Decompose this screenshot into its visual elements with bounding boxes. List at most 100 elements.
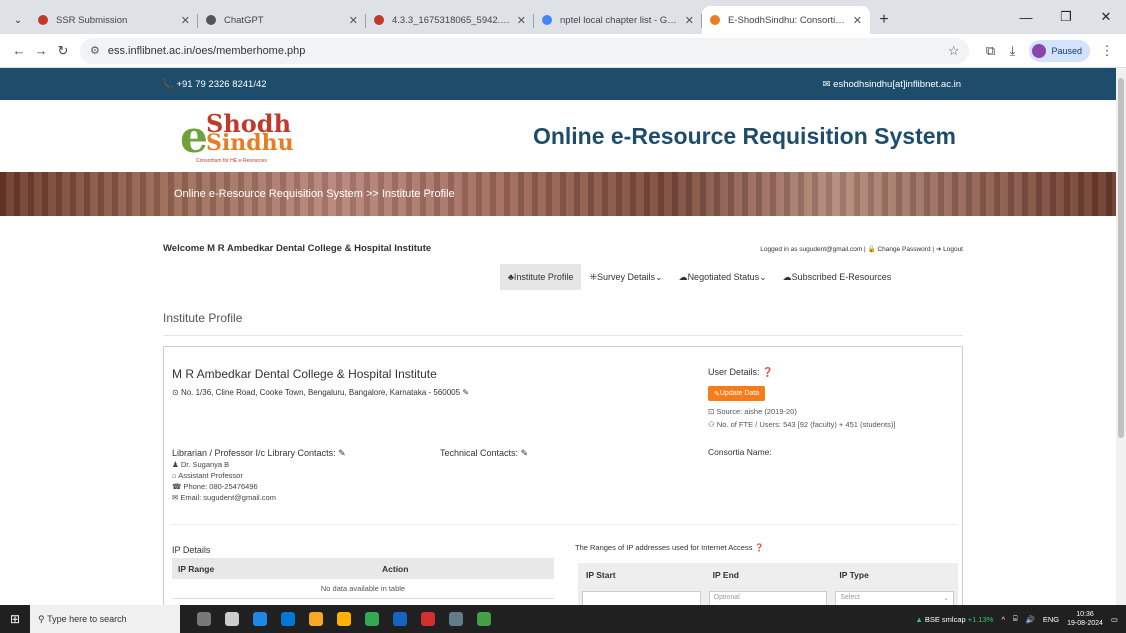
close-tab-icon[interactable]: ✕ xyxy=(685,14,694,27)
chrome-icon[interactable] xyxy=(358,605,386,633)
avatar xyxy=(1032,43,1047,58)
app-glyph xyxy=(421,612,435,626)
nav-negotiated-status[interactable]: ☁ Negotiated Status ⌄ xyxy=(671,264,775,290)
browser-tab[interactable]: nptel local chapter list - Google ✕ xyxy=(534,6,702,34)
help-icon[interactable]: ❓ xyxy=(755,543,764,552)
tab-title: E-ShodhSindhu: Consortium fo xyxy=(728,14,847,26)
excel-icon[interactable] xyxy=(470,605,498,633)
divider xyxy=(163,335,963,336)
scrollbar-thumb[interactable] xyxy=(1118,78,1124,438)
web-page: 📞 +91 79 2326 8241/42 ✉ eshodhsindhu[at]… xyxy=(0,68,1116,605)
fte-users: ⚇ No. of FTE / Users: 543 [92 (faculty) … xyxy=(708,420,896,429)
bookmark-star-icon[interactable]: ☆ xyxy=(948,43,960,59)
close-tab-icon[interactable]: ✕ xyxy=(349,14,358,27)
file-explorer-icon[interactable] xyxy=(302,605,330,633)
reload-icon[interactable]: ↻ xyxy=(52,40,74,62)
menu-kebab-icon[interactable]: ⋮ xyxy=(1096,40,1118,62)
browser-tab[interactable]: 4.3.3_1675318065_5942.pdf ✕ xyxy=(366,6,534,34)
eshodhsindhu-logo[interactable]: e Shodh Sindhu Consortium for HE e-Resou… xyxy=(180,106,300,166)
browser-tab[interactable]: ChatGPT ✕ xyxy=(198,6,366,34)
edit-icon[interactable]: ✎ xyxy=(462,388,469,397)
edge-icon[interactable] xyxy=(274,605,302,633)
empty-table-message: No data available in table xyxy=(172,579,554,599)
users-icon: ⚇ xyxy=(708,420,717,429)
browser-tab[interactable]: SSR Submission ✕ xyxy=(30,6,198,34)
network-icon[interactable]: ⌸ xyxy=(1013,614,1018,624)
col-ip-end: IP End xyxy=(712,570,739,580)
task-view-icon[interactable] xyxy=(218,605,246,633)
update-data-button[interactable]: ✎ Update Data xyxy=(708,386,766,401)
new-tab-button[interactable]: + xyxy=(870,6,898,34)
system-tray: ▲ BSE smlcap +1.13% ^ ⌸ 🔊 ENG 10:36 19-0… xyxy=(915,610,1126,628)
nav-institute-profile[interactable]: ♣ Institute Profile xyxy=(500,264,582,290)
ip-start-input[interactable] xyxy=(582,591,701,605)
download-icon[interactable]: ⤓ xyxy=(1001,40,1023,62)
breadcrumb-banner: Online e-Resource Requisition System >> … xyxy=(0,172,1116,216)
user-icon: ♟ xyxy=(172,460,181,469)
tray-overflow-icon[interactable]: ^ xyxy=(1001,615,1005,624)
clock[interactable]: 10:36 19-08-2024 xyxy=(1067,610,1103,628)
tab-favicon-icon xyxy=(374,15,384,25)
ip-range-inputs: Optional Select ⌄ xyxy=(578,587,958,605)
search-icon: ⚲ xyxy=(38,613,45,624)
location-icon: ⊙ xyxy=(172,388,181,397)
stock-widget[interactable]: ▲ BSE smlcap +1.13% xyxy=(915,615,993,624)
site-info-icon[interactable]: ⚙ xyxy=(90,44,100,57)
librarian-contacts-heading: Librarian / Professor I/c Library Contac… xyxy=(172,448,346,458)
nav-survey-details[interactable]: ⁜ Survey Details ⌄ xyxy=(581,264,670,290)
edit-icon[interactable]: ✎ xyxy=(521,448,529,458)
profile-button[interactable]: Paused xyxy=(1029,39,1090,62)
language-indicator[interactable]: ENG xyxy=(1043,615,1059,624)
chevron-down-icon: ⌄ xyxy=(655,271,663,282)
copilot-icon[interactable] xyxy=(246,605,274,633)
cloud-icon: ☁ xyxy=(678,271,688,282)
restore-icon[interactable]: ❐ xyxy=(1046,0,1086,34)
page-title: Institute Profile xyxy=(163,311,243,325)
app-title: Online e-Resource Requisition System xyxy=(532,122,956,149)
librarian-designation: ⌂ Assistant Professor xyxy=(172,471,243,480)
window-controls: — ❐ ✕ xyxy=(1006,0,1126,34)
notifications-icon[interactable]: ▭ xyxy=(1111,615,1118,624)
help-icon[interactable]: ❓ xyxy=(762,367,773,377)
phone-contact: 📞 +91 79 2326 8241/42 xyxy=(162,78,267,90)
close-tab-icon[interactable]: ✕ xyxy=(517,14,526,27)
taskbar-search-input[interactable]: ⚲ Type here to search xyxy=(30,605,180,633)
logged-in-links[interactable]: Logged in as sugudent@gmail.com | 🔒 Chan… xyxy=(760,245,963,253)
ip-end-input[interactable]: Optional xyxy=(708,591,828,605)
ip-type-select[interactable]: Select ⌄ xyxy=(835,591,955,605)
extensions-icon[interactable]: ⧉ xyxy=(979,40,1001,62)
mail-app-icon[interactable] xyxy=(386,605,414,633)
windows-start-icon[interactable]: ⊞ xyxy=(0,605,30,633)
table-header: IP Start IP End IP Type xyxy=(578,563,958,587)
edit-icon[interactable]: ✎ xyxy=(338,448,346,458)
app-glyph xyxy=(337,612,351,626)
store-icon[interactable] xyxy=(330,605,358,633)
phone-icon: 📞 xyxy=(162,78,177,90)
tab-search-button[interactable]: ⌄ xyxy=(6,6,30,34)
back-icon[interactable]: ← xyxy=(8,40,30,62)
page-scrollbar[interactable] xyxy=(1116,68,1126,605)
camera-app-icon[interactable] xyxy=(190,605,218,633)
notepad-icon[interactable] xyxy=(442,605,470,633)
app-glyph xyxy=(225,612,239,626)
volume-icon[interactable]: 🔊 xyxy=(1025,615,1034,624)
col-ip-range[interactable]: IP Range xyxy=(172,564,382,574)
ip-details-table: IP Range Action No data available in tab… xyxy=(172,558,554,599)
browser-tab-active[interactable]: E-ShodhSindhu: Consortium fo ✕ xyxy=(702,6,870,34)
col-action[interactable]: Action xyxy=(382,564,408,574)
list-icon: ⁜ xyxy=(589,271,597,282)
close-tab-icon[interactable]: ✕ xyxy=(181,14,190,27)
breadcrumb: Online e-Resource Requisition System >> … xyxy=(174,188,455,200)
address-bar[interactable]: ⚙ ess.inflibnet.ac.in/oes/memberhome.php… xyxy=(80,37,970,64)
close-tab-icon[interactable]: ✕ xyxy=(853,14,862,27)
nav-subscribed-resources[interactable]: ☁ Subscribed E-Resources xyxy=(775,264,900,290)
close-window-icon[interactable]: ✕ xyxy=(1086,0,1126,34)
pdf-reader-icon[interactable] xyxy=(414,605,442,633)
forward-icon[interactable]: → xyxy=(30,40,52,62)
librarian-email: ✉ Email: sugudent@gmail.com xyxy=(172,493,276,502)
email-contact[interactable]: ✉ eshodhsindhu[at]inflibnet.ac.in xyxy=(823,79,961,90)
institute-name: M R Ambedkar Dental College & Hospital I… xyxy=(172,367,437,381)
app-glyph xyxy=(477,612,491,626)
minimize-icon[interactable]: — xyxy=(1006,0,1046,34)
tab-favicon-icon xyxy=(710,15,720,25)
